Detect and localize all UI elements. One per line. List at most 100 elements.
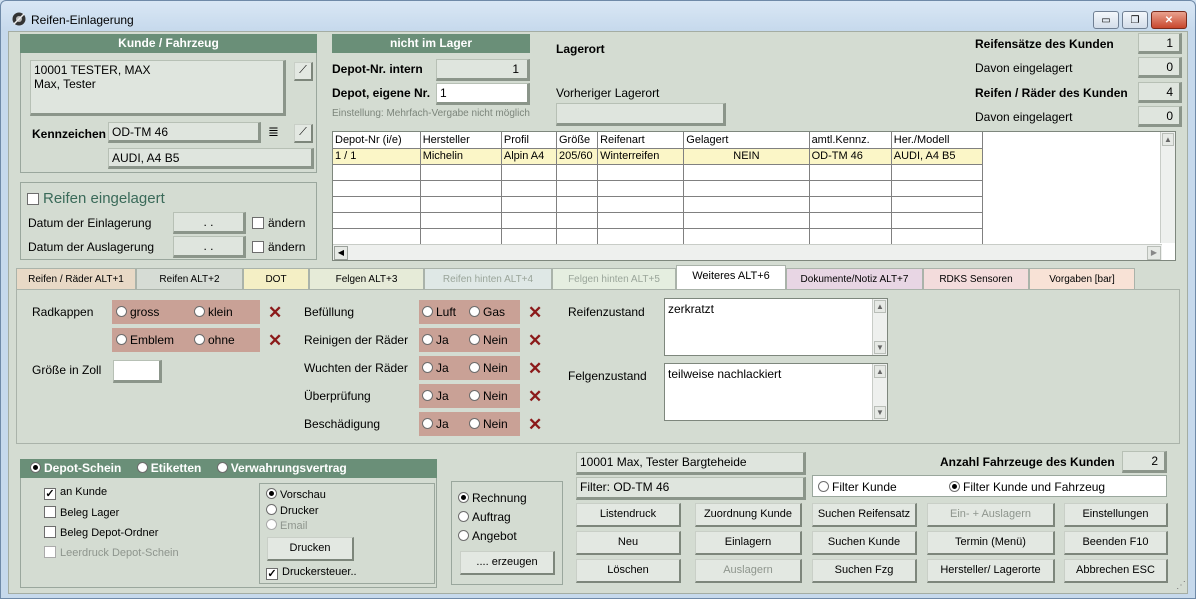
grid-row[interactable]: 1 / 1 Michelin Alpin A4 205/60 Winterreifen N… [333,148,984,165]
clear-pruefung-icon[interactable]: ✕ [528,388,542,405]
vehicle-field[interactable]: AUDI, A4 B5 [108,148,314,169]
radio-pruefung-nein[interactable]: Nein [469,389,508,403]
radio-wuchten-nein[interactable]: Nein [469,361,508,375]
close-button[interactable]: ✕ [1151,11,1187,29]
maximize-button[interactable]: ❐ [1122,11,1148,29]
grid-row[interactable] [333,180,984,197]
drucken-button[interactable]: Drucken [267,537,354,561]
tab-2[interactable]: Reifen ALT+2 [136,268,243,289]
abbrechen-button[interactable]: Abbrechen ESC [1064,559,1168,583]
clear-befuellung-icon[interactable]: ✕ [528,304,542,321]
scroll-down-icon[interactable]: ▼ [874,341,886,354]
clear-radkappen-type-icon[interactable]: ✕ [268,332,282,349]
radio-drucker[interactable]: Drucker [266,504,319,517]
radio-ohne[interactable]: ohne [194,333,235,347]
grid-horizontal-scrollbar[interactable]: ◀ ▶ [333,244,1162,260]
radio-gross[interactable]: gross [116,305,159,319]
storage-in-date[interactable]: . . [173,212,246,234]
tab-6[interactable]: Felgen hinten ALT+5 [552,268,676,289]
memo-scrollbar[interactable]: ▲ ▼ [872,299,887,355]
checkbox-leerdruck[interactable]: Leerdruck Depot-Schein [44,546,179,559]
reifenzustand-memo[interactable]: zerkratzt ▲ ▼ [664,298,888,356]
scroll-right-icon[interactable]: ▶ [1147,246,1161,260]
prev-lagerort-field[interactable] [556,103,726,126]
tab-10[interactable]: Vorgaben [bar] [1029,268,1135,289]
radio-klein[interactable]: klein [194,305,233,319]
radio-rechnung[interactable]: Rechnung [458,491,527,505]
radio-pruefung-ja[interactable]: Ja [422,389,449,403]
scroll-up-icon[interactable]: ▲ [1162,133,1174,146]
memo-scrollbar[interactable]: ▲ ▼ [872,364,887,420]
depot-own-field[interactable]: 1 [436,83,530,105]
felgenzustand-memo[interactable]: teilweise nachlackiert ▲ ▼ [664,363,888,421]
tab-1[interactable]: Reifen / Räder ALT+1 [16,268,136,289]
clear-beschaedigung-icon[interactable]: ✕ [528,416,542,433]
scroll-left-icon[interactable]: ◀ [334,246,348,260]
grid-column-header[interactable]: Reifenart [597,132,685,149]
grid-row[interactable] [333,196,984,213]
einstellungen-button[interactable]: Einstellungen [1064,503,1168,527]
neu-button[interactable]: Neu [576,531,681,555]
grid-column-header[interactable]: Größe [556,132,599,149]
radio-vorschau[interactable]: Vorschau [266,488,326,501]
grid-row[interactable] [333,212,984,229]
tab-8[interactable]: Dokumente/Notiz ALT+7 [786,268,923,289]
scroll-up-icon[interactable]: ▲ [874,300,886,313]
grid-row[interactable] [333,228,984,245]
resize-grip-icon[interactable]: ⋰ [1176,580,1186,591]
plate-field[interactable]: OD-TM 46 [108,122,261,143]
radio-luft[interactable]: Luft [422,305,456,319]
grid-column-header[interactable]: Her./Modell [891,132,984,149]
beenden-button[interactable]: Beenden F10 [1064,531,1168,555]
radio-beschaedigung-ja[interactable]: Ja [422,417,449,431]
ein-auslagern-button[interactable]: Ein- + Auslagern [927,503,1055,527]
storage-out-change-checkbox[interactable]: ändern [252,240,305,254]
radio-email[interactable]: Email [266,519,308,532]
loeschen-button[interactable]: Löschen [576,559,681,583]
tab-3[interactable]: DOT [243,268,309,289]
checkbox-an-kunde[interactable]: ✓ an Kunde [44,486,107,500]
grid-column-header[interactable]: Profil [501,132,558,149]
storage-out-date[interactable]: . . [173,236,246,258]
termin-button[interactable]: Termin (Menü) [927,531,1055,555]
radio-beschaedigung-nein[interactable]: Nein [469,417,508,431]
tab-7[interactable]: Weiteres ALT+6 [676,265,786,290]
tire-sets-grid[interactable]: Depot-Nr (i/e) Hersteller Profil Größe Reife… [332,131,1176,261]
depot-intern-field[interactable]: 1 [436,59,530,81]
grid-column-header[interactable]: Hersteller [420,132,502,149]
grid-row[interactable] [333,164,984,181]
tab-9[interactable]: RDKS Sensoren [923,268,1029,289]
auslagern-button[interactable]: Auslagern [695,559,802,583]
erzeugen-button[interactable]: .... erzeugen [460,551,555,575]
radio-auftrag[interactable]: Auftrag [458,510,511,524]
einlagern-button[interactable]: Einlagern [695,531,802,555]
suchen-fzg-button[interactable]: Suchen Fzg [812,559,917,583]
suchen-kunde-button[interactable]: Suchen Kunde [812,531,917,555]
radio-emblem[interactable]: Emblem [116,333,174,347]
radio-verwahrungsvertrag[interactable]: Verwahrungsvertrag [216,461,347,475]
radio-reinigen-nein[interactable]: Nein [469,333,508,347]
radio-filter-kunde-fahrzeug[interactable]: Filter Kunde und Fahrzeug [949,480,1105,494]
clear-reinigen-icon[interactable]: ✕ [528,332,542,349]
radio-wuchten-ja[interactable]: Ja [422,361,449,375]
minimize-button[interactable]: ▭ [1093,11,1119,29]
radio-gas[interactable]: Gas [469,305,505,319]
listendruck-button[interactable]: Listendruck [576,503,681,527]
list-icon[interactable]: ≣ [268,124,279,140]
zuordnung-kunde-button[interactable]: Zuordnung Kunde [695,503,802,527]
storage-in-change-checkbox[interactable]: ändern [252,216,305,230]
radio-filter-kunde[interactable]: Filter Kunde [818,480,897,494]
customer-address-field[interactable]: 10001 TESTER, MAX Max, Tester [30,60,286,116]
tab-4[interactable]: Felgen ALT+3 [309,268,424,289]
edit-vehicle-icon[interactable]: ⟋ [294,124,313,143]
edit-customer-icon[interactable]: ⟋ [294,62,313,81]
clear-wuchten-icon[interactable]: ✕ [528,360,542,377]
scroll-down-icon[interactable]: ▼ [874,406,886,419]
suchen-reifensatz-button[interactable]: Suchen Reifensatz [812,503,917,527]
grid-column-header[interactable]: Gelagert [683,132,810,149]
radio-angebot[interactable]: Angebot [458,529,517,543]
scroll-up-icon[interactable]: ▲ [874,365,886,378]
checkbox-beleg-lager[interactable]: Beleg Lager [44,506,119,519]
tab-5[interactable]: Reifen hinten ALT+4 [424,268,552,289]
checkbox-druckersteuer[interactable]: ✓ Druckersteuer.. [266,566,357,580]
